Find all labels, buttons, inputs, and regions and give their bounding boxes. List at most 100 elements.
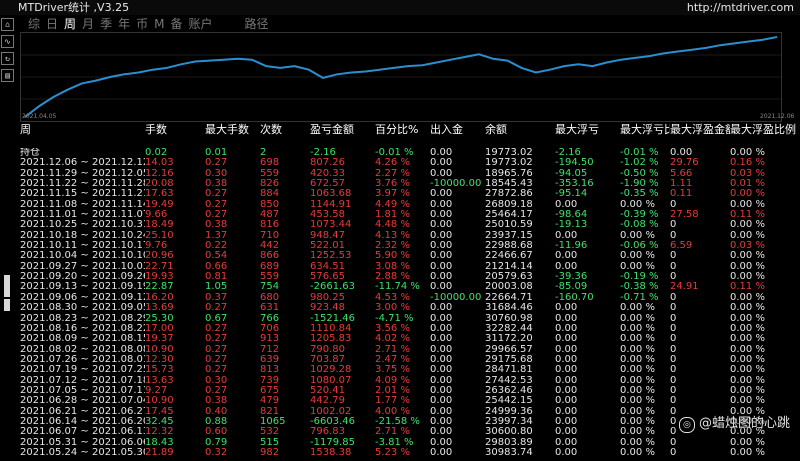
cell-maxloss: 0.00: [555, 385, 578, 396]
cell-pnl: 980.25: [310, 292, 345, 303]
tool-folder-icon[interactable]: ▤: [1, 69, 14, 82]
cell-maxgainpct: 0.00 %: [730, 375, 765, 386]
cell-maxlosspct: 0.00 %: [620, 354, 655, 365]
cell-maxlots: 0.27: [205, 365, 228, 376]
cell-count: 706: [260, 323, 280, 334]
cell-maxgainpct: 0.00 %: [730, 354, 765, 365]
cell-period: 2021.10.04 ~ 2021.10.10: [20, 251, 145, 262]
cell-maxloss: 0.00: [555, 313, 578, 324]
cell-pnl: -1521.46: [310, 313, 355, 324]
cell-maxlots: 0.54: [205, 251, 228, 262]
cell-maxgain: 0: [670, 334, 677, 345]
column-header[interactable]: 出入金: [430, 123, 485, 136]
cell-io: 0.00: [430, 334, 453, 345]
cell-maxlosspct: -0.38 %: [620, 282, 659, 293]
cell-maxgainpct: 0.00 %: [730, 303, 765, 314]
column-header[interactable]: 最大手数: [205, 123, 260, 136]
tab-7[interactable]: M: [154, 16, 164, 32]
tab-6[interactable]: 币: [136, 16, 148, 32]
cell-pnl: -2661.63: [310, 282, 355, 293]
website-link[interactable]: http://mtdriver.com: [687, 0, 794, 15]
tab-0[interactable]: 综: [28, 16, 40, 32]
cell-maxloss: 0.00: [555, 323, 578, 334]
cell-balance: 19773.02: [485, 158, 533, 169]
column-header[interactable]: 余额: [485, 123, 555, 136]
column-header[interactable]: 最大浮盈金额: [670, 123, 730, 136]
tab-5[interactable]: 年: [118, 16, 130, 32]
cell-period: 2021.11.08 ~ 2021.11.14: [20, 199, 145, 210]
column-header[interactable]: 最大浮亏: [555, 123, 620, 136]
cell-pct: 3.08 %: [375, 261, 410, 272]
tab-2[interactable]: 周: [64, 16, 76, 32]
cell-pnl: 522.01: [310, 241, 345, 252]
cell-io: 0.00: [430, 447, 453, 458]
cell-maxloss: 0.00: [555, 365, 578, 376]
cell-count: 754: [260, 282, 280, 293]
cell-maxloss: 0.00: [555, 354, 578, 365]
cell-pnl: 634.51: [310, 261, 345, 272]
cell-lots: 17.45: [145, 406, 174, 417]
cell-maxgainpct: 0.16 %: [730, 158, 765, 169]
cell-balance: 31684.46: [485, 303, 533, 314]
cell-pnl: 790.80: [310, 344, 345, 355]
cell-balance: 30760.98: [485, 313, 533, 324]
volume-indicator: [4, 275, 12, 313]
cell-maxlosspct: -1.90 %: [620, 179, 659, 190]
cell-maxgain: 29.76: [670, 158, 699, 169]
cell-period: 2021.07.19 ~ 2021.07.25: [20, 365, 145, 376]
cell-maxgain: 0: [670, 292, 677, 303]
cell-balance: 22988.68: [485, 241, 533, 252]
cell-maxloss: 0.00: [555, 447, 578, 458]
equity-chart-svg: [21, 36, 781, 118]
cell-pnl: -1179.85: [310, 437, 355, 448]
cell-maxloss: 0.00: [555, 230, 578, 241]
cell-io: 0.00: [430, 406, 453, 417]
column-header[interactable]: 最大浮盈比例: [730, 123, 800, 136]
cell-period: 2021.11.01 ~ 2021.11.07: [20, 210, 145, 221]
column-header[interactable]: 百分比%: [375, 123, 430, 136]
column-header[interactable]: 最大浮亏比: [620, 123, 670, 136]
tab-9[interactable]: 账户: [188, 16, 212, 32]
cell-pnl: 948.47: [310, 230, 345, 241]
tool-home-icon[interactable]: ⌂: [1, 18, 14, 31]
column-header[interactable]: 盈亏金额: [310, 123, 375, 136]
cell-maxlots: 0.01: [205, 148, 228, 158]
cell-pct: 5.23 %: [375, 447, 410, 458]
cell-lots: 21.89: [145, 447, 174, 458]
cell-maxgainpct: 0.11 %: [730, 210, 765, 221]
tab-10[interactable]: 路径: [245, 16, 269, 32]
tab-3[interactable]: 月: [82, 16, 94, 32]
tab-1[interactable]: 日: [46, 16, 58, 32]
cell-maxgainpct: 0.00 %: [730, 385, 765, 396]
column-header[interactable]: 周: [20, 123, 145, 136]
cell-maxgainpct: 0.00 %: [730, 365, 765, 376]
cell-maxlosspct: -0.35 %: [620, 189, 659, 200]
cell-maxlots: 0.30: [205, 375, 228, 386]
cell-pnl: 923.48: [310, 303, 345, 314]
tab-4[interactable]: 季: [100, 16, 112, 32]
cell-lots: 14.03: [145, 158, 174, 169]
cell-period: 2021.06.21 ~ 2021.06.27: [20, 406, 145, 417]
cell-maxgainpct: 0.00 %: [730, 437, 765, 448]
cell-pnl: 672.57: [310, 179, 345, 190]
column-header[interactable]: 手数: [145, 123, 205, 136]
cell-pct: -0.01 %: [375, 148, 414, 158]
cell-maxloss: 0.00: [555, 416, 578, 427]
cell-balance: 24999.36: [485, 406, 533, 417]
cell-period: 2021.09.27 ~ 2021.10.03: [20, 261, 145, 272]
cell-count: 826: [260, 179, 280, 190]
cell-count: 675: [260, 385, 280, 396]
cell-maxlots: 0.66: [205, 261, 228, 272]
cell-count: 913: [260, 334, 280, 345]
cell-period: 2021.10.11 ~ 2021.10.17: [20, 241, 145, 252]
cell-maxlosspct: 0.00 %: [620, 303, 655, 314]
cell-maxlosspct: 0.00 %: [620, 334, 655, 345]
cell-pct: -21.58 %: [375, 416, 420, 427]
cell-period: 2021.05.31 ~ 2021.06.06: [20, 437, 145, 448]
cell-maxlots: 0.79: [205, 437, 228, 448]
tool-chart-icon[interactable]: ∿: [1, 35, 14, 48]
cell-count: 698: [260, 158, 280, 169]
tab-8[interactable]: 备: [170, 16, 182, 32]
tool-refresh-icon[interactable]: ↻: [1, 52, 14, 65]
column-header[interactable]: 次数: [260, 123, 310, 136]
